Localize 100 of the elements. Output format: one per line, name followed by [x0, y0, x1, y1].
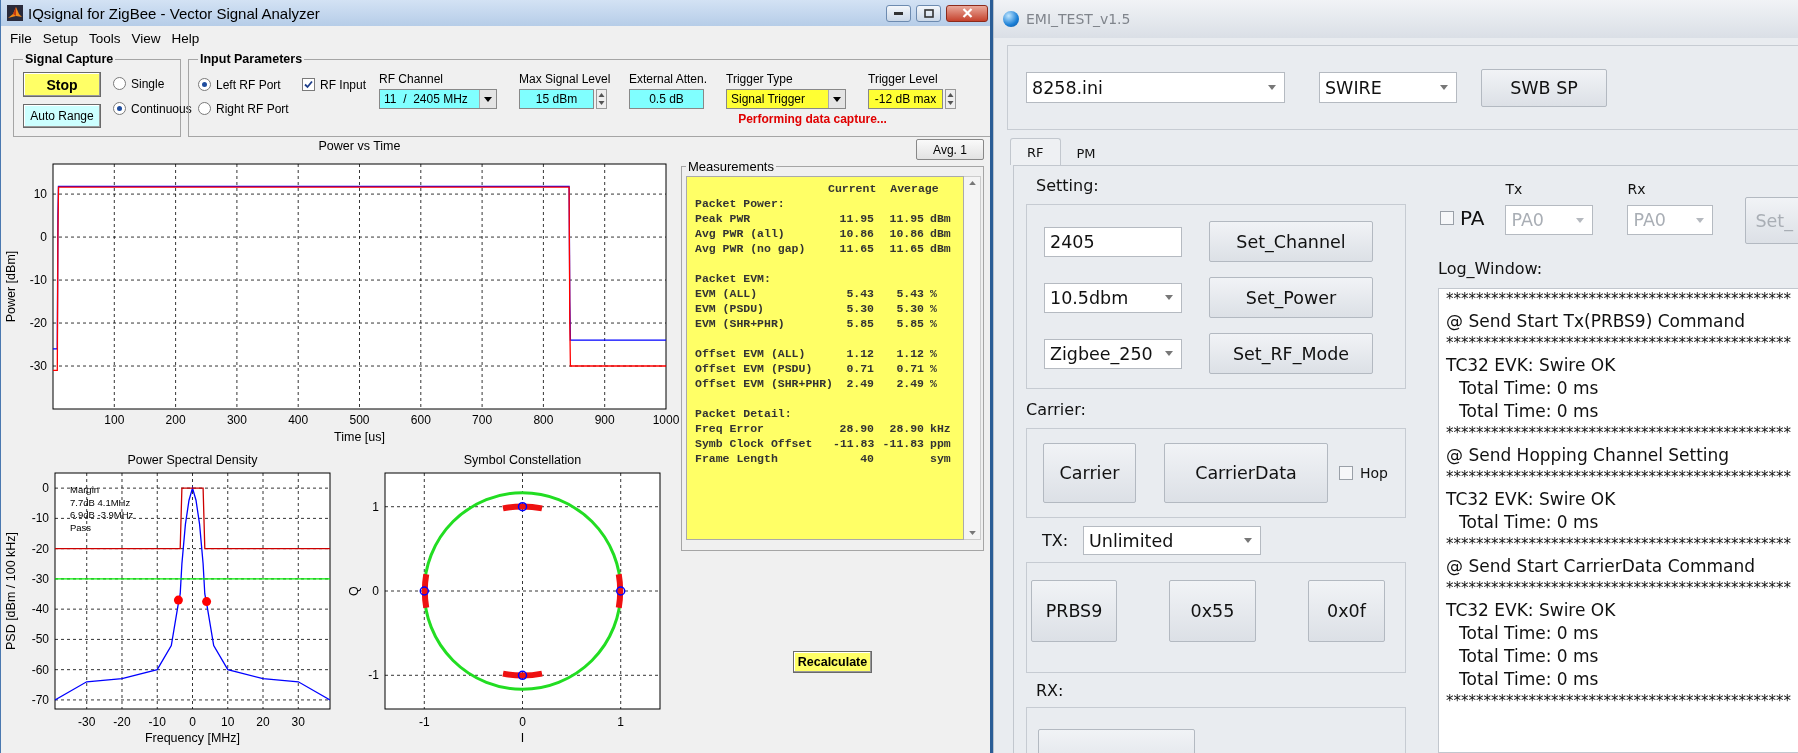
chart-title: Symbol Constellation — [463, 453, 582, 467]
menu-item[interactable]: File — [10, 30, 32, 46]
tick-label: 900 — [594, 413, 615, 427]
average-button[interactable]: Avg. 1 — [916, 139, 984, 160]
text-field[interactable]: 0.5 dB — [629, 89, 704, 109]
tick-label: 600 — [410, 413, 431, 427]
measurement-value: 1.12 — [845, 346, 874, 361]
tick-label: 10 — [221, 715, 235, 729]
measurement-value: 5.30 — [845, 301, 874, 316]
maximize-button[interactable] — [916, 4, 941, 22]
dropdown[interactable]: Unlimited — [1083, 526, 1261, 555]
log-line: Total Time: 0 ms — [1458, 645, 1600, 668]
log-line: Total Time: 0 ms — [1458, 400, 1600, 423]
field-label: External Atten. — [629, 72, 704, 86]
tick-label: -20 — [113, 715, 131, 729]
group-title: Signal Capture — [24, 52, 115, 66]
field-label: Trigger Type — [726, 72, 794, 86]
action-button[interactable]: Set_Power — [1209, 277, 1373, 318]
pattern-button[interactable]: PRBS9 — [1031, 580, 1117, 642]
tick-label: 700 — [472, 413, 493, 427]
dropdown[interactable]: Zigbee_250 — [1044, 338, 1182, 369]
carrier-data-button[interactable]: CarrierData — [1164, 443, 1328, 503]
tick-label: -20 — [31, 541, 49, 556]
dropdown[interactable]: SWIRE — [1319, 72, 1457, 103]
measurement-value: 2.49 — [895, 376, 924, 391]
action-button[interactable]: Set_Channel — [1209, 221, 1373, 262]
section-label: Log_Window: — [1438, 258, 1544, 280]
radio-button[interactable] — [113, 77, 126, 90]
chart-title: Power vs Time — [318, 139, 401, 153]
recalculate-button[interactable]: Recalculate — [793, 651, 872, 673]
dropdown[interactable]: Signal Trigger — [726, 89, 846, 109]
text-field[interactable]: 2405 — [1044, 226, 1182, 257]
radio-button[interactable] — [198, 78, 211, 91]
checkbox-label: RF Input — [320, 77, 367, 92]
window-title: IQsignal for ZigBee - Vector Signal Analyzer — [28, 4, 321, 22]
tick-label: 1 — [617, 715, 625, 729]
number-field[interactable]: -12 dB max — [868, 89, 943, 109]
tick-label: -30 — [31, 571, 49, 586]
auto-range-button[interactable]: Auto Range — [23, 104, 101, 128]
measurement-label: EVM (PSDU) — [695, 301, 765, 316]
swb-sp-button[interactable]: SWB SP — [1481, 68, 1607, 107]
checkbox-label: Hop — [1360, 465, 1388, 481]
up-down-arrows-icon — [598, 91, 605, 107]
measurement-value: 11.65 — [838, 241, 874, 256]
spin-button[interactable] — [596, 89, 607, 109]
tab[interactable]: PM — [1060, 141, 1112, 165]
measurement-label: EVM (ALL) — [695, 286, 759, 301]
log-line: TC32 EVK: Swire OK — [1446, 354, 1617, 377]
radio-button[interactable] — [198, 102, 211, 115]
log-line: ********************************************** — [1446, 534, 1792, 554]
scrollbar[interactable] — [964, 176, 981, 540]
tab[interactable]: RF — [1010, 138, 1061, 165]
caret-icon — [1696, 217, 1705, 223]
pattern-button[interactable]: 0x0f — [1308, 580, 1385, 642]
scroll-down-icon[interactable] — [968, 531, 976, 535]
measurement-value: 5.43 — [895, 286, 924, 301]
menu-item[interactable]: Tools — [89, 30, 121, 46]
log-line: Total Time: 0 ms — [1458, 622, 1600, 645]
minimize-button[interactable] — [886, 4, 911, 22]
measurement-value: 5.85 — [845, 316, 874, 331]
radio-button[interactable] — [113, 102, 126, 115]
measurement-value: 1.12 — [895, 346, 924, 361]
menu-item[interactable]: Setup — [42, 30, 79, 46]
tick-label: 500 — [349, 413, 370, 427]
chart-title: Power Spectral Density — [127, 453, 258, 467]
tick-label: -20 — [29, 316, 47, 331]
scroll-up-icon[interactable] — [968, 181, 976, 185]
tick-label: 300 — [226, 413, 247, 427]
unit-label: sym — [929, 451, 952, 466]
tick-label: 200 — [165, 413, 186, 427]
group-title: Measurements — [687, 159, 775, 174]
unit-label: % — [929, 376, 938, 391]
tick-label: 0 — [372, 584, 379, 598]
tick-label: -1 — [418, 715, 430, 729]
field-label: Tx — [1505, 181, 1524, 197]
dropdown[interactable]: 11 / 2405 MHz — [379, 89, 497, 109]
checkbox[interactable] — [302, 78, 315, 91]
dropdown[interactable]: 8258.ini — [1026, 72, 1285, 103]
menu-item[interactable]: View — [131, 30, 161, 46]
tick-label: -10 — [31, 511, 49, 526]
log-line: Total Time: 0 ms — [1458, 511, 1600, 534]
log-line: TC32 EVK: Swire OK — [1446, 599, 1617, 622]
axis-label: Power [dBm] — [4, 250, 18, 323]
number-field[interactable]: 15 dBm — [519, 89, 594, 109]
unit-label: kHz — [929, 421, 952, 436]
minimize-icon — [894, 11, 903, 15]
spin-button[interactable] — [945, 89, 956, 109]
dropdown[interactable]: 10.5dbm — [1044, 282, 1182, 313]
measurement-value: 28.90 — [838, 421, 874, 436]
carrier-button[interactable]: Carrier — [1043, 443, 1136, 503]
action-button[interactable]: Set_RF_Mode — [1209, 333, 1373, 374]
globe-icon — [1003, 11, 1019, 27]
menu-item[interactable]: Help — [171, 30, 200, 46]
group-title: Input Parameters — [199, 52, 304, 66]
checkbox[interactable] — [1339, 466, 1353, 480]
axis-label: Frequency [MHz] — [144, 731, 241, 745]
close-button[interactable] — [946, 4, 988, 22]
stop-button[interactable]: Stop — [23, 72, 101, 97]
axis-label: Q — [347, 586, 361, 596]
pattern-button[interactable]: 0x55 — [1169, 580, 1256, 642]
